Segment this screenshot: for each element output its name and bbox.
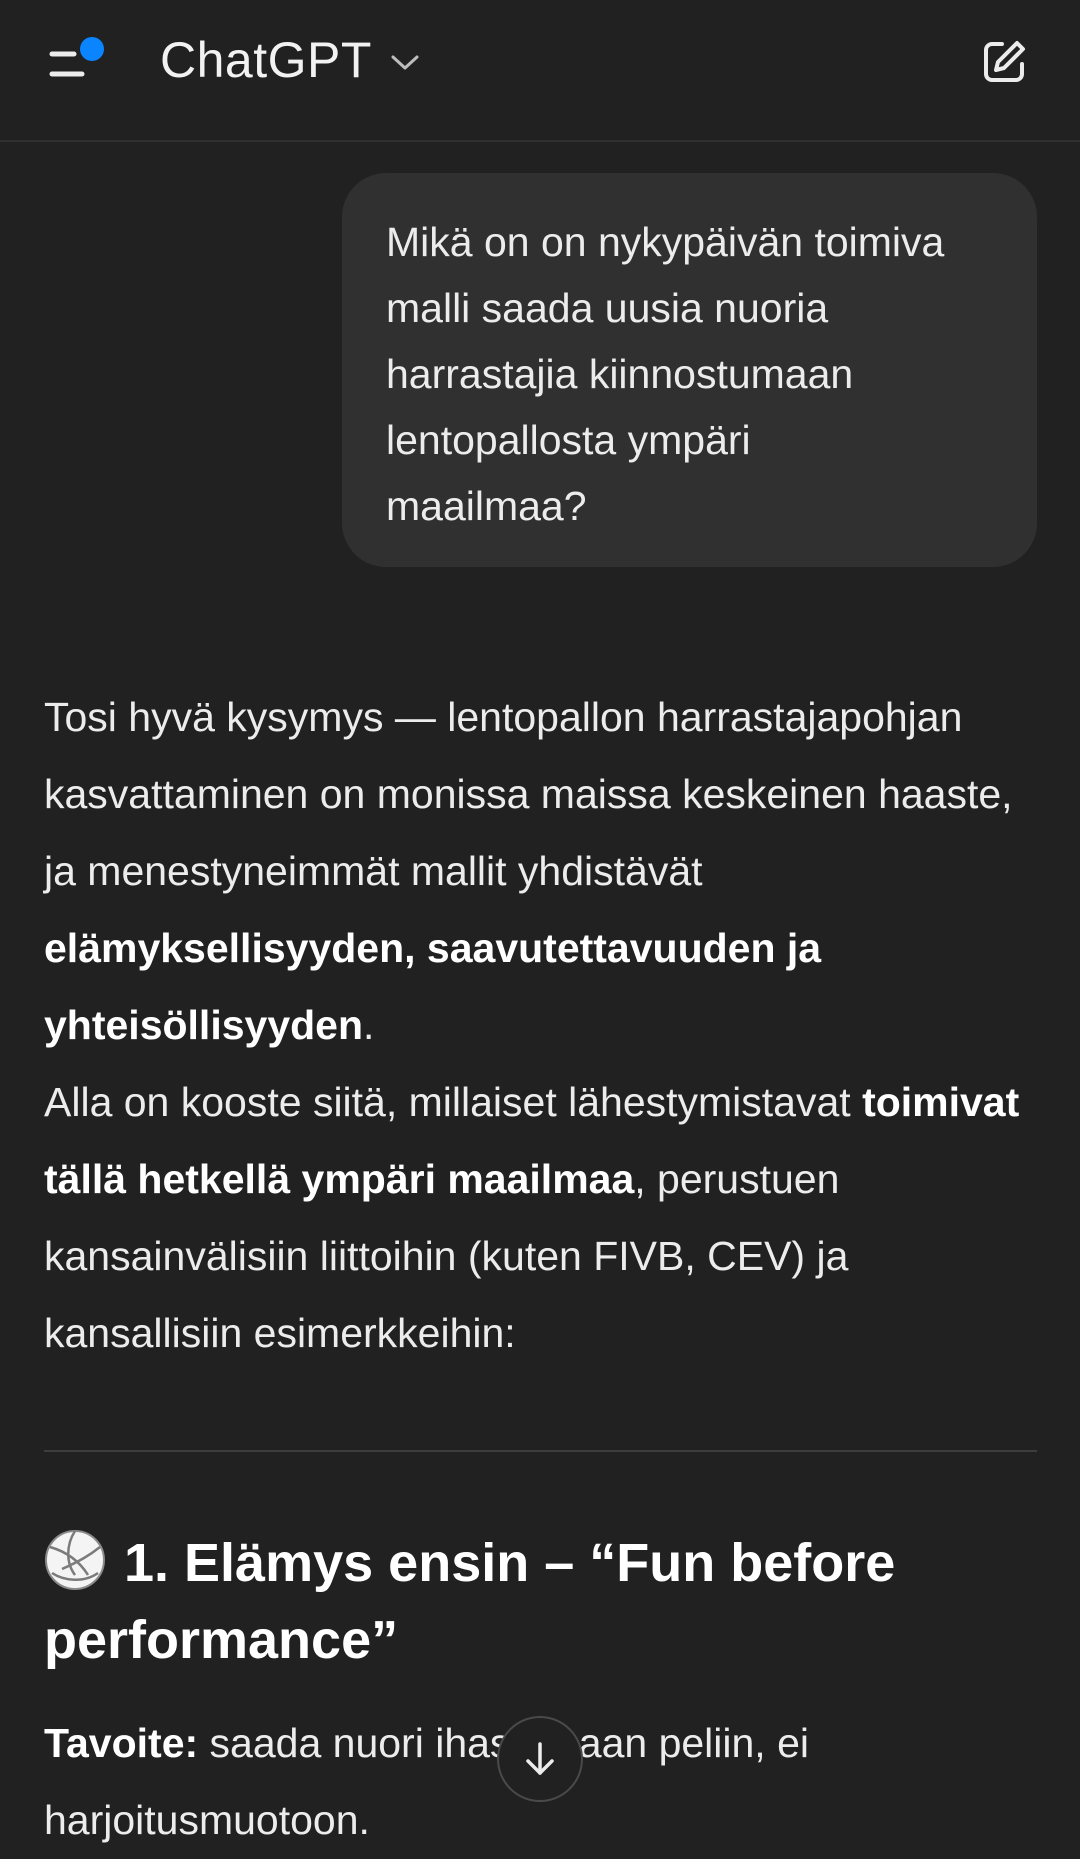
menu-button[interactable]: [44, 36, 114, 96]
answer-text: Tosi hyvä kysymys — lentopallon harrasta…: [44, 694, 1013, 894]
arrow-down-icon: [526, 1742, 554, 1775]
assistant-message: Tosi hyvä kysymys — lentopallon harrasta…: [44, 679, 1044, 1372]
volleyball-icon: [45, 1530, 105, 1590]
new-chat-icon: [984, 41, 1025, 82]
answer-paragraph-2: Alla on kooste siitä, millaiset lähestym…: [44, 1064, 1044, 1372]
answer-text: Alla on kooste siitä, millaiset lähestym…: [44, 1079, 863, 1125]
top-bar: ChatGPT: [0, 0, 1080, 142]
new-chat-button[interactable]: [980, 38, 1028, 86]
goal-label: Tavoite:: [44, 1720, 199, 1766]
model-selector[interactable]: ChatGPT: [160, 30, 420, 90]
section-heading-text: 1. Elämys ensin – “Fun before performanc…: [44, 1533, 896, 1670]
scroll-to-bottom-button[interactable]: [497, 1716, 583, 1802]
user-message-bubble: Mikä on on nykypäivän toimiva malli saad…: [342, 173, 1037, 567]
answer-text: .: [363, 1002, 375, 1048]
notification-dot: [80, 37, 104, 61]
menu-icon: [49, 37, 104, 77]
answer-bold-text: elämyksellisyyden, saavutettavuuden ja y…: [44, 925, 822, 1048]
answer-paragraph-1: Tosi hyvä kysymys — lentopallon harrasta…: [44, 679, 1044, 1064]
user-message-text: Mikä on on nykypäivän toimiva malli saad…: [386, 219, 945, 529]
chevron-down-icon: [391, 55, 419, 70]
section-heading: 1. Elämys ensin – “Fun before performanc…: [44, 1525, 1034, 1679]
app-title: ChatGPT: [160, 32, 372, 88]
section-divider: [44, 1450, 1037, 1452]
